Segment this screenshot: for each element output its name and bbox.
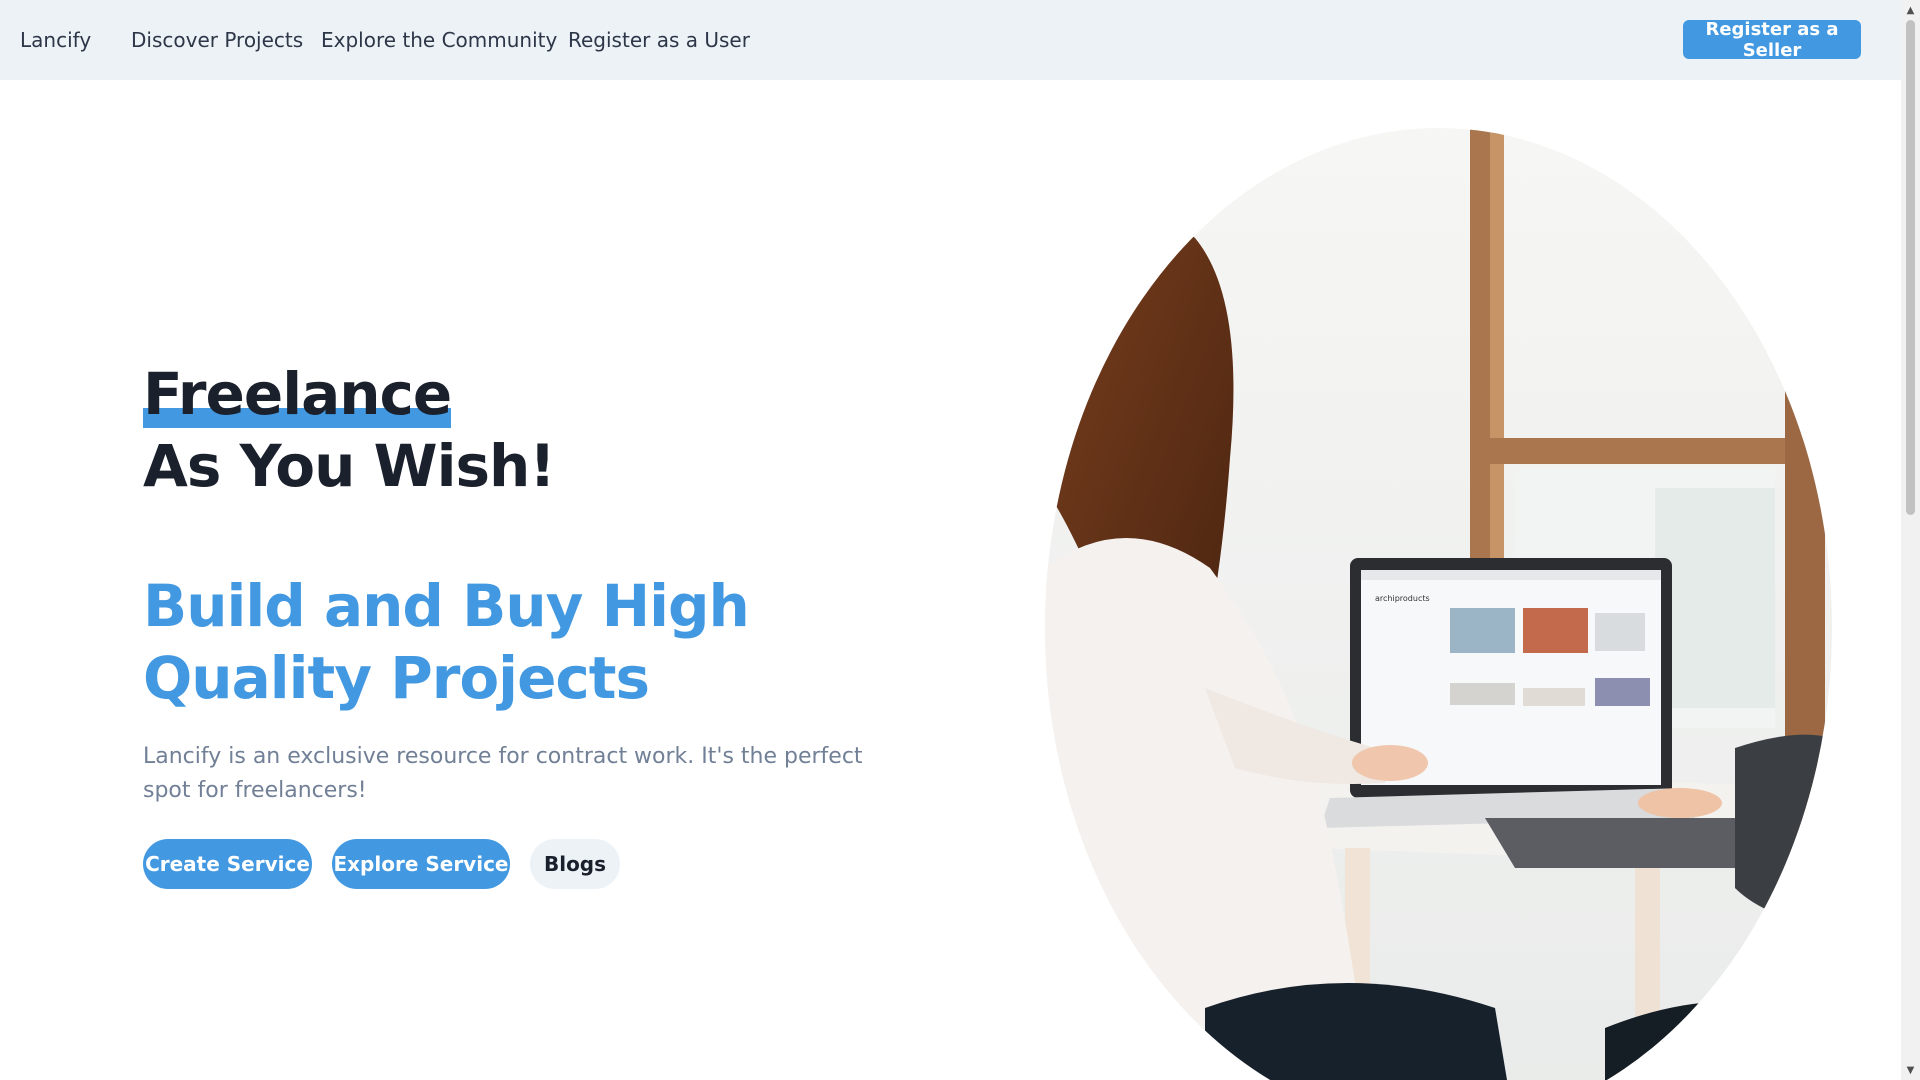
subtitle-line-2: Quality Projects <box>143 644 650 712</box>
scrollbar-thumb[interactable] <box>1906 20 1915 515</box>
vertical-scrollbar[interactable]: ▲ ▼ <box>1901 0 1920 1080</box>
svg-text:archiproducts: archiproducts <box>1375 594 1430 603</box>
title-rest-text: As You Wish! <box>143 432 556 500</box>
title-highlight: Freelance <box>143 358 452 430</box>
scroll-down-arrow-icon[interactable]: ▼ <box>1901 1062 1920 1078</box>
nav-link-discover-projects[interactable]: Discover Projects <box>131 28 303 52</box>
register-seller-button[interactable]: Register as a Seller <box>1683 19 1861 61</box>
scroll-up-arrow-icon[interactable]: ▲ <box>1901 2 1920 18</box>
nav-link-register-user[interactable]: Register as a User <box>568 28 750 52</box>
create-service-button[interactable]: Create Service <box>143 839 312 889</box>
blogs-button[interactable]: Blogs <box>530 839 620 889</box>
explore-service-button[interactable]: Explore Service <box>332 839 510 889</box>
subtitle-line-1: Build and Buy High <box>143 572 750 640</box>
hero-description: Lancify is an exclusive resource for con… <box>143 744 863 803</box>
brand-link[interactable]: Lancify <box>20 28 91 52</box>
hero-title: Freelance As You Wish! <box>143 358 556 502</box>
hero-photo-illustration: archiproducts <box>1045 128 1832 1080</box>
title-highlight-text: Freelance <box>143 360 452 428</box>
hero-subtitle: Build and Buy High Quality Projects <box>143 570 863 714</box>
nav-link-explore-community[interactable]: Explore the Community <box>321 28 557 52</box>
top-navbar: Lancify Discover Projects Explore the Co… <box>0 0 1901 80</box>
hero-photo: archiproducts <box>1045 128 1832 1080</box>
